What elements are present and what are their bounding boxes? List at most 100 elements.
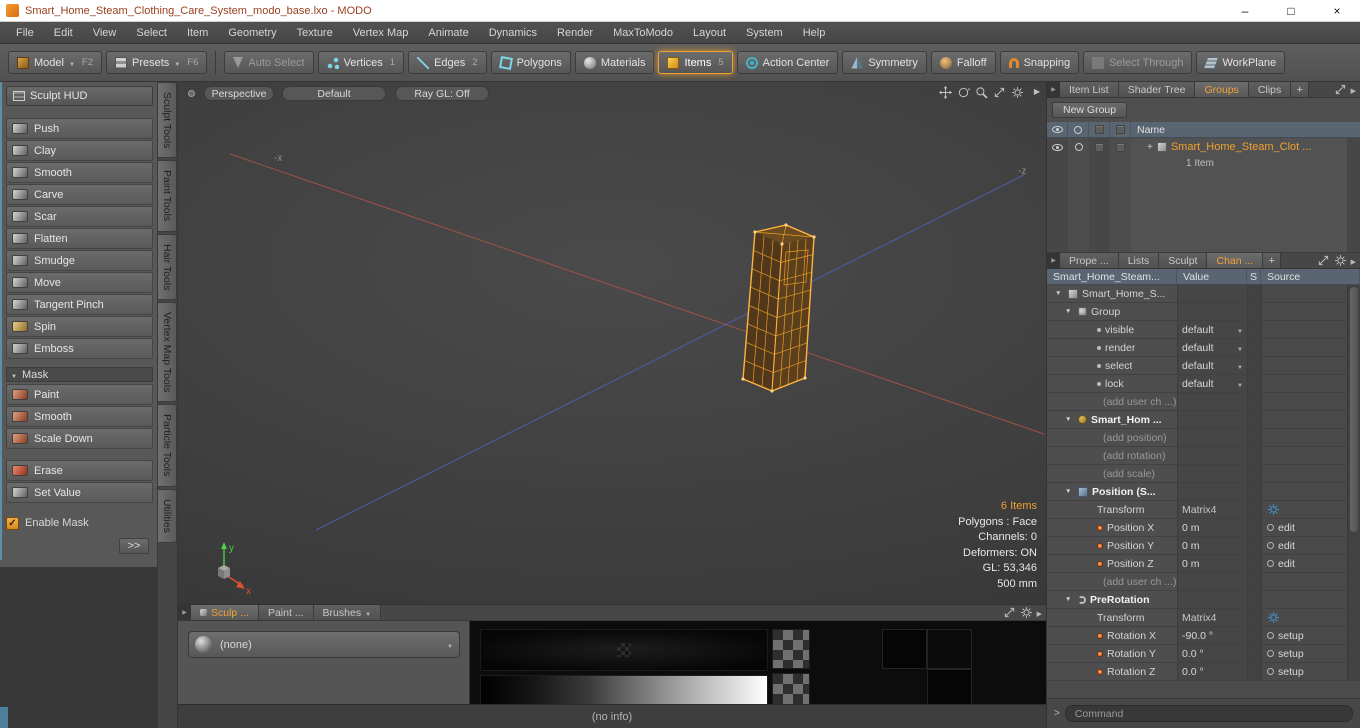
source-cell[interactable]: setup <box>1261 627 1360 644</box>
color-swatch[interactable] <box>882 629 927 669</box>
maximize-button[interactable]: □ <box>1268 0 1314 21</box>
channel-row[interactable]: Smart_Hom ... <box>1047 411 1360 429</box>
tab-shader-tree[interactable]: Shader Tree <box>1118 82 1196 97</box>
tab-sculpt-tools[interactable]: Sculpt Tools <box>158 82 177 159</box>
select-column-header[interactable] <box>1089 122 1110 137</box>
menu-help[interactable]: Help <box>793 24 836 42</box>
menu-texture[interactable]: Texture <box>287 24 343 42</box>
state-column[interactable]: S <box>1247 269 1261 284</box>
expand-panel-icon[interactable] <box>1003 606 1016 619</box>
tool-mask-paint[interactable]: Paint <box>6 384 153 405</box>
channel-row[interactable]: Position X 0 m edit <box>1047 519 1360 537</box>
menu-select[interactable]: Select <box>126 24 177 42</box>
sculpt-hud-button[interactable]: Sculpt HUD <box>6 86 153 106</box>
channel-row[interactable]: Rotation Y 0.0 ° setup <box>1047 645 1360 663</box>
tab-groups[interactable]: Groups <box>1195 82 1249 97</box>
expander-icon[interactable] <box>1065 488 1074 495</box>
presets-button[interactable]: Presets F6 <box>106 51 208 74</box>
add-tab-button[interactable]: + <box>1291 82 1310 97</box>
tool-flatten[interactable]: Flatten <box>6 228 153 249</box>
value-column[interactable]: Value <box>1177 269 1247 284</box>
tool-clay[interactable]: Clay <box>6 140 153 161</box>
render-cell[interactable] <box>1068 143 1089 151</box>
value-field[interactable]: 0 m <box>1177 537 1247 554</box>
value-dropdown[interactable]: default <box>1177 339 1247 356</box>
menu-vertex-map[interactable]: Vertex Map <box>343 24 419 42</box>
pane-arrow-icon[interactable] <box>1351 84 1356 96</box>
panel-menu-icon[interactable] <box>178 605 191 620</box>
panel-gear-icon[interactable] <box>1334 254 1347 267</box>
tab-paint-tools[interactable]: Paint Tools <box>158 160 177 232</box>
panel-gear-icon[interactable] <box>1020 606 1033 619</box>
visibility-cell[interactable] <box>1047 143 1068 151</box>
menu-system[interactable]: System <box>736 24 793 42</box>
tool-erase[interactable]: Erase <box>6 460 153 481</box>
gear-icon[interactable] <box>1267 503 1280 516</box>
channel-row[interactable]: select default <box>1047 357 1360 375</box>
value-dropdown[interactable]: default <box>1177 357 1247 374</box>
new-group-button[interactable]: New Group <box>1052 102 1128 118</box>
tab-vertex-map-tools[interactable]: Vertex Map Tools <box>158 302 177 403</box>
value-field[interactable]: -90.0 ° <box>1177 627 1247 644</box>
channel-row[interactable]: Position Y 0 m edit <box>1047 537 1360 555</box>
action-center-button[interactable]: Action Center <box>736 51 839 74</box>
panel-menu-icon[interactable] <box>1047 82 1060 97</box>
falloff-button[interactable]: Falloff <box>930 51 996 74</box>
symmetry-button[interactable]: Symmetry <box>842 51 927 74</box>
tab-paint-presets[interactable]: Paint ... <box>258 605 314 620</box>
add-channel-row[interactable]: (add position) <box>1047 429 1360 447</box>
lock-cell[interactable] <box>1110 142 1131 152</box>
command-input[interactable] <box>1064 705 1353 722</box>
group-row[interactable]: Smart_Home_Steam_Clot ... <box>1047 138 1360 156</box>
pan-icon[interactable] <box>939 86 952 99</box>
tab-lists[interactable]: Lists <box>1118 253 1160 268</box>
viewport-menu-dot[interactable] <box>188 90 195 97</box>
render-column-header[interactable] <box>1068 122 1089 137</box>
source-cell[interactable]: setup <box>1261 645 1360 662</box>
corner-handle[interactable] <box>0 707 8 728</box>
tab-properties[interactable]: Prope ... <box>1060 253 1119 268</box>
tab-hair-tools[interactable]: Hair Tools <box>158 233 177 301</box>
more-tools-button[interactable]: >> <box>119 538 149 554</box>
source-cell[interactable]: edit <box>1261 519 1360 536</box>
channel-row[interactable]: Smart_Home_S... <box>1047 285 1360 303</box>
channel-row[interactable]: visible default <box>1047 321 1360 339</box>
group-name-cell[interactable]: Smart_Home_Steam_Clot ... <box>1131 141 1360 153</box>
channel-row[interactable]: Rotation Z 0.0 ° setup <box>1047 663 1360 681</box>
channel-row[interactable]: Transform Matrix4 <box>1047 609 1360 627</box>
materials-mode-button[interactable]: Materials <box>574 51 655 74</box>
viewport-3d[interactable]: -x -z Perspective Default Ray GL: Off ▶ … <box>178 82 1046 604</box>
visibility-column-header[interactable] <box>1047 122 1068 137</box>
mask-section-header[interactable]: Mask <box>6 367 153 382</box>
channel-row[interactable]: Position (S... <box>1047 483 1360 501</box>
tab-sculpt-presets[interactable]: Sculp ... <box>191 605 259 620</box>
view-type-dropdown[interactable]: Perspective <box>204 86 274 101</box>
value-field[interactable]: 0 m <box>1177 519 1247 536</box>
channels-scrollbar[interactable] <box>1347 285 1360 680</box>
add-channel-row[interactable]: (add rotation) <box>1047 447 1360 465</box>
vertices-mode-button[interactable]: Vertices 1 <box>317 51 405 74</box>
tool-mask-smooth[interactable]: Smooth <box>6 406 153 427</box>
channel-row[interactable]: Group <box>1047 303 1360 321</box>
tab-brushes[interactable]: Brushes <box>313 605 382 620</box>
expander-icon[interactable] <box>1055 290 1064 297</box>
menu-item[interactable]: Item <box>177 24 218 42</box>
edges-mode-button[interactable]: Edges 2 <box>408 51 487 74</box>
tool-move[interactable]: Move <box>6 272 153 293</box>
polygons-mode-button[interactable]: Polygons <box>490 51 571 74</box>
maximize-viewport-icon[interactable] <box>993 86 1006 99</box>
source-cell[interactable]: edit <box>1261 537 1360 554</box>
panel-edge-handle[interactable] <box>0 82 2 560</box>
tool-smudge[interactable]: Smudge <box>6 250 153 271</box>
tool-mask-scale-down[interactable]: Scale Down <box>6 428 153 449</box>
value-dropdown[interactable]: default <box>1177 375 1247 392</box>
tab-particle-tools[interactable]: Particle Tools <box>158 404 177 487</box>
brush-falloff-preview[interactable] <box>480 629 768 671</box>
tool-emboss[interactable]: Emboss <box>6 338 153 359</box>
expander-icon[interactable] <box>1065 596 1074 603</box>
lock-column-header[interactable] <box>1110 122 1131 137</box>
expander-icon[interactable] <box>1065 416 1074 423</box>
menu-maxtomodo[interactable]: MaxToModo <box>603 24 683 42</box>
add-channel-row[interactable]: (add user ch ...) <box>1047 573 1360 591</box>
value-dropdown[interactable]: default <box>1177 321 1247 338</box>
